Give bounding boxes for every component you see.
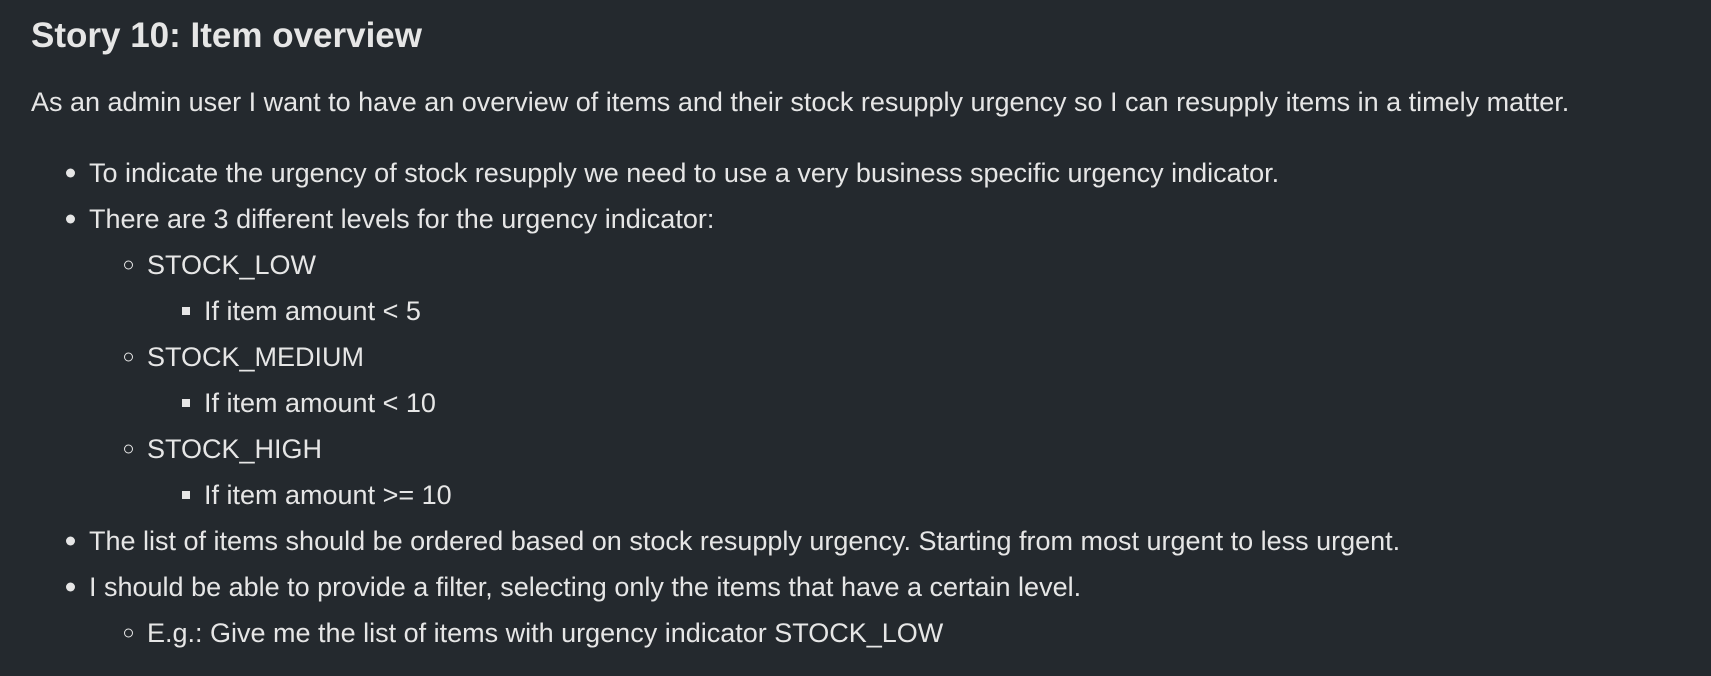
level-item: STOCK_HIGH — [124, 426, 323, 472]
bullet-disc-icon — [66, 582, 75, 592]
bullet-item: I should be able to provide a filter, se… — [66, 564, 1082, 610]
bullet-text: The list of items should be ordered base… — [89, 526, 1401, 556]
bullet-item: The list of items should be ordered base… — [66, 518, 1401, 564]
level-item: STOCK_LOW — [124, 242, 317, 288]
bullet-text: There are 3 different levels for the urg… — [89, 204, 715, 234]
level-rule-item: If item amount >= 10 — [182, 472, 452, 518]
story-intro: As an admin user I want to have an overv… — [31, 87, 1570, 117]
level-name: STOCK_HIGH — [147, 434, 323, 464]
bullet-circle-icon — [124, 352, 133, 362]
level-name: STOCK_LOW — [147, 250, 317, 280]
level-item: STOCK_MEDIUM — [124, 334, 365, 380]
bullet-circle-icon — [124, 260, 133, 270]
filter-example-item: E.g.: Give me the list of items with urg… — [124, 610, 944, 656]
filter-example-text: E.g.: Give me the list of items with urg… — [147, 618, 944, 648]
bullet-circle-icon — [124, 444, 133, 454]
bullet-square-icon — [182, 307, 190, 315]
bullet-text: I should be able to provide a filter, se… — [89, 572, 1082, 602]
bullet-item: To indicate the urgency of stock resuppl… — [66, 150, 1280, 196]
document-page: Story 10: Item overview As an admin user… — [0, 0, 1711, 676]
bullet-disc-icon — [66, 168, 75, 178]
bullet-disc-icon — [66, 536, 75, 546]
bullet-circle-icon — [124, 628, 133, 638]
level-rule-item: If item amount < 10 — [182, 380, 436, 426]
level-rule: If item amount < 10 — [204, 388, 436, 418]
level-rule: If item amount >= 10 — [204, 480, 452, 510]
bullet-item: There are 3 different levels for the urg… — [66, 196, 715, 242]
level-rule: If item amount < 5 — [204, 296, 421, 326]
level-name: STOCK_MEDIUM — [147, 342, 365, 372]
bullet-text: To indicate the urgency of stock resuppl… — [89, 158, 1280, 188]
bullet-disc-icon — [66, 214, 75, 224]
level-rule-item: If item amount < 5 — [182, 288, 421, 334]
story-title: Story 10: Item overview — [31, 16, 422, 55]
bullet-square-icon — [182, 491, 190, 499]
bullet-square-icon — [182, 399, 190, 407]
